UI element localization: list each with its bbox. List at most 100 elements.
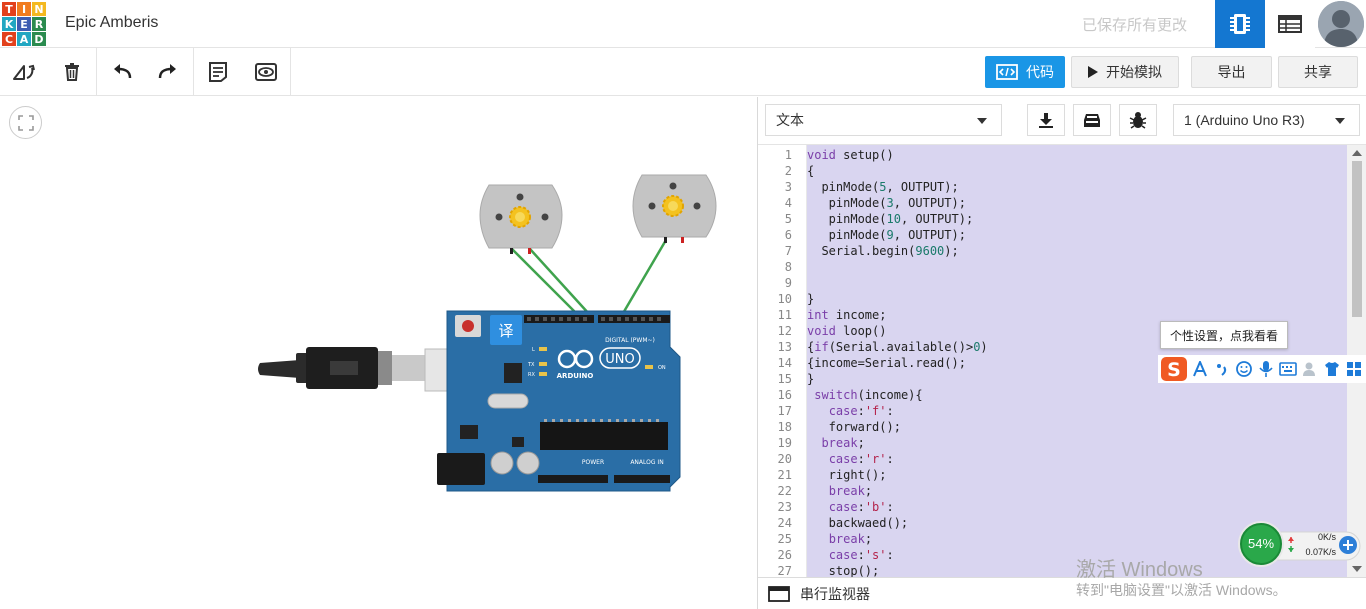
- export-button[interactable]: 导出: [1191, 56, 1272, 88]
- code-line[interactable]: stop();: [807, 563, 880, 577]
- circuit-view-button[interactable]: [1215, 0, 1265, 48]
- device-select[interactable]: 1 (Arduino Uno R3): [1173, 104, 1360, 136]
- code-line[interactable]: }: [807, 371, 814, 387]
- line-number: 15: [777, 372, 792, 386]
- line-number: 27: [777, 564, 792, 577]
- code-line[interactable]: break;: [807, 435, 864, 451]
- device-select-value: 1 (Arduino Uno R3): [1184, 112, 1305, 128]
- redo-icon: [158, 64, 176, 79]
- toolbox-icon[interactable]: [1344, 359, 1364, 379]
- libraries-button[interactable]: [1073, 104, 1111, 136]
- user-icon[interactable]: [1300, 359, 1320, 379]
- network-monitor-widget[interactable]: 54% 0K/s 0.07K/s: [1238, 520, 1362, 570]
- main-toolbar: 代码 开始模拟 导出 共享: [0, 48, 1366, 96]
- notes-button[interactable]: [202, 56, 234, 88]
- ime-tooltip: 个性设置，点我看看: [1160, 321, 1288, 349]
- power-label: POWER: [582, 459, 604, 466]
- export-label: 导出: [1217, 64, 1246, 80]
- line-number: 21: [777, 468, 792, 482]
- library-icon: [1084, 114, 1100, 127]
- code-line[interactable]: case:'s':: [807, 547, 894, 563]
- delete-button[interactable]: [56, 56, 88, 88]
- logo-letter: D: [32, 32, 46, 46]
- toolbar-divider: [193, 48, 194, 96]
- wire[interactable]: [529, 248, 591, 316]
- code-mode-select[interactable]: 文本: [765, 104, 1002, 136]
- tinkercad-logo[interactable]: T I N K E R C A D: [2, 2, 46, 46]
- debugger-button[interactable]: [1119, 104, 1157, 136]
- start-simulation-label: 开始模拟: [1106, 64, 1162, 80]
- code-line[interactable]: case:'r':: [807, 451, 894, 467]
- code-line[interactable]: {: [807, 163, 814, 179]
- start-simulation-button[interactable]: 开始模拟: [1071, 56, 1179, 88]
- redo-button[interactable]: [152, 56, 184, 88]
- code-line[interactable]: }: [807, 291, 814, 307]
- code-line[interactable]: backwaed();: [807, 515, 908, 531]
- code-line[interactable]: pinMode(10, OUTPUT);: [807, 211, 974, 227]
- code-line[interactable]: void loop(): [807, 323, 886, 339]
- punctuation-icon[interactable]: [1212, 359, 1232, 379]
- keyboard-icon[interactable]: [1278, 359, 1298, 379]
- code-line[interactable]: pinMode(3, OUTPUT);: [807, 195, 966, 211]
- wire[interactable]: [511, 248, 579, 316]
- line-number: 4: [784, 196, 792, 210]
- toolbar-divider: [96, 48, 97, 96]
- code-line[interactable]: break;: [807, 483, 872, 499]
- code-line[interactable]: break;: [807, 531, 872, 547]
- dc-motor-1[interactable]: [479, 184, 563, 254]
- rotate-button[interactable]: [8, 56, 40, 88]
- code-line[interactable]: Serial.begin(9600);: [807, 243, 958, 259]
- chevron-down-icon: [1335, 118, 1345, 124]
- code-line[interactable]: case:'b':: [807, 499, 894, 515]
- code-line[interactable]: case:'f':: [807, 403, 894, 419]
- circuit-canvas[interactable]: 译 DIGITAL (PWM~) ARDUINO UNO L TX RX ON …: [0, 97, 757, 609]
- line-number: 2: [784, 164, 792, 178]
- wire[interactable]: [620, 239, 668, 316]
- code-line[interactable]: {income=Serial.read();: [807, 355, 966, 371]
- visibility-button[interactable]: [250, 56, 282, 88]
- translate-badge-text: 译: [498, 322, 513, 340]
- bug-icon: [1129, 112, 1147, 129]
- code-button[interactable]: 代码: [985, 56, 1065, 88]
- line-number: 25: [777, 532, 792, 546]
- code-line[interactable]: pinMode(5, OUTPUT);: [807, 179, 958, 195]
- code-line[interactable]: {if(Serial.available()>0): [807, 339, 988, 355]
- font-icon[interactable]: [1190, 359, 1210, 379]
- undo-icon: [114, 64, 132, 79]
- code-line[interactable]: forward();: [807, 419, 901, 435]
- line-number: 14: [777, 356, 792, 370]
- scroll-thumb[interactable]: [1352, 161, 1362, 317]
- undo-button[interactable]: [106, 56, 138, 88]
- line-number: 19: [777, 436, 792, 450]
- line-number: 24: [777, 516, 792, 530]
- usb-cable[interactable]: [258, 347, 456, 392]
- sogou-logo-icon[interactable]: S: [1160, 355, 1188, 383]
- download-code-button[interactable]: [1027, 104, 1065, 136]
- line-number: 22: [777, 484, 792, 498]
- serial-monitor-label: 串行监视器: [800, 585, 870, 602]
- code-line[interactable]: pinMode(9, OUTPUT);: [807, 227, 966, 243]
- logo-letter: A: [17, 32, 31, 46]
- list-view-button[interactable]: [1265, 0, 1315, 48]
- play-icon: [1088, 66, 1098, 78]
- scroll-up-icon[interactable]: [1352, 149, 1362, 157]
- line-number: 16: [777, 388, 792, 402]
- uno-label: UNO: [605, 352, 634, 367]
- dc-motor-2[interactable]: [632, 174, 717, 243]
- user-avatar[interactable]: [1318, 1, 1364, 47]
- windows-activation-title: 激活 Windows: [1076, 559, 1203, 581]
- emoji-icon[interactable]: [1234, 359, 1254, 379]
- code-line[interactable]: void setup(): [807, 147, 894, 163]
- project-title[interactable]: Epic Amberis: [65, 14, 158, 32]
- chevron-down-icon: [977, 118, 987, 124]
- arduino-brand: ARDUINO: [557, 372, 594, 380]
- code-line[interactable]: right();: [807, 467, 887, 483]
- microphone-icon[interactable]: [1256, 359, 1276, 379]
- code-line[interactable]: int income;: [807, 307, 886, 323]
- skin-icon[interactable]: [1322, 359, 1342, 379]
- eye-icon: [255, 63, 277, 81]
- notes-icon: [209, 62, 227, 82]
- arduino-uno-board[interactable]: 译 DIGITAL (PWM~) ARDUINO UNO L TX RX ON …: [437, 310, 681, 492]
- share-button[interactable]: 共享: [1278, 56, 1358, 88]
- code-line[interactable]: switch(income){: [807, 387, 922, 403]
